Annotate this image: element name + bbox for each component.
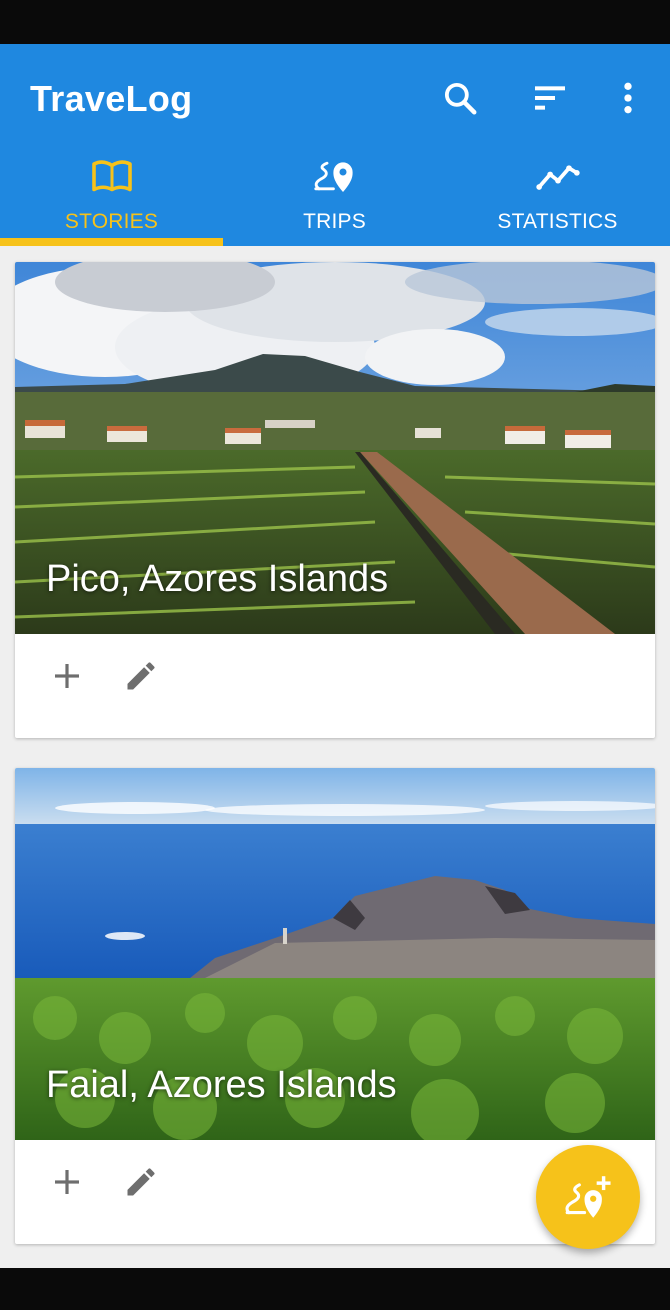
tab-trips[interactable]: TRIPS: [223, 156, 446, 246]
tab-statistics[interactable]: STATISTICS: [446, 156, 669, 246]
edit-icon: [127, 1168, 155, 1196]
active-tab-indicator: [0, 238, 223, 246]
story-card[interactable]: Pico, Azores Islands: [15, 262, 655, 738]
add-icon: [55, 1170, 79, 1194]
more-vertical-icon: [624, 82, 632, 114]
sort-icon: [535, 86, 565, 110]
route-pin-icon: [313, 161, 353, 192]
search-icon: [444, 82, 477, 115]
edit-button[interactable]: [119, 1160, 163, 1204]
book-open-icon: [91, 160, 132, 192]
add-button[interactable]: [45, 1160, 89, 1204]
navigation-bar: [0, 1268, 670, 1310]
story-title: Pico, Azores Islands: [46, 558, 389, 600]
edit-icon: [127, 662, 155, 690]
add-trip-fab[interactable]: [536, 1145, 640, 1249]
tab-label: STATISTICS: [497, 210, 618, 233]
story-image[interactable]: Pico, Azores Islands: [15, 262, 655, 634]
app-bar: TraveLog STORIES TRIPS STATISTICS: [0, 44, 670, 246]
tab-stories[interactable]: STORIES: [0, 156, 223, 246]
story-title: Faial, Azores Islands: [46, 1064, 397, 1106]
add-icon: [55, 664, 79, 688]
tab-label: TRIPS: [303, 210, 366, 233]
trend-line-icon: [535, 165, 580, 190]
more-options-button[interactable]: [606, 76, 650, 120]
sort-button[interactable]: [528, 76, 572, 120]
search-button[interactable]: [438, 76, 482, 120]
tab-label: STORIES: [64, 210, 159, 233]
status-bar: [0, 0, 670, 44]
add-button[interactable]: [45, 654, 89, 698]
story-image[interactable]: Faial, Azores Islands: [15, 768, 655, 1140]
app-title: TraveLog: [30, 78, 193, 119]
add-trip-icon: [565, 1176, 611, 1218]
edit-button[interactable]: [119, 654, 163, 698]
